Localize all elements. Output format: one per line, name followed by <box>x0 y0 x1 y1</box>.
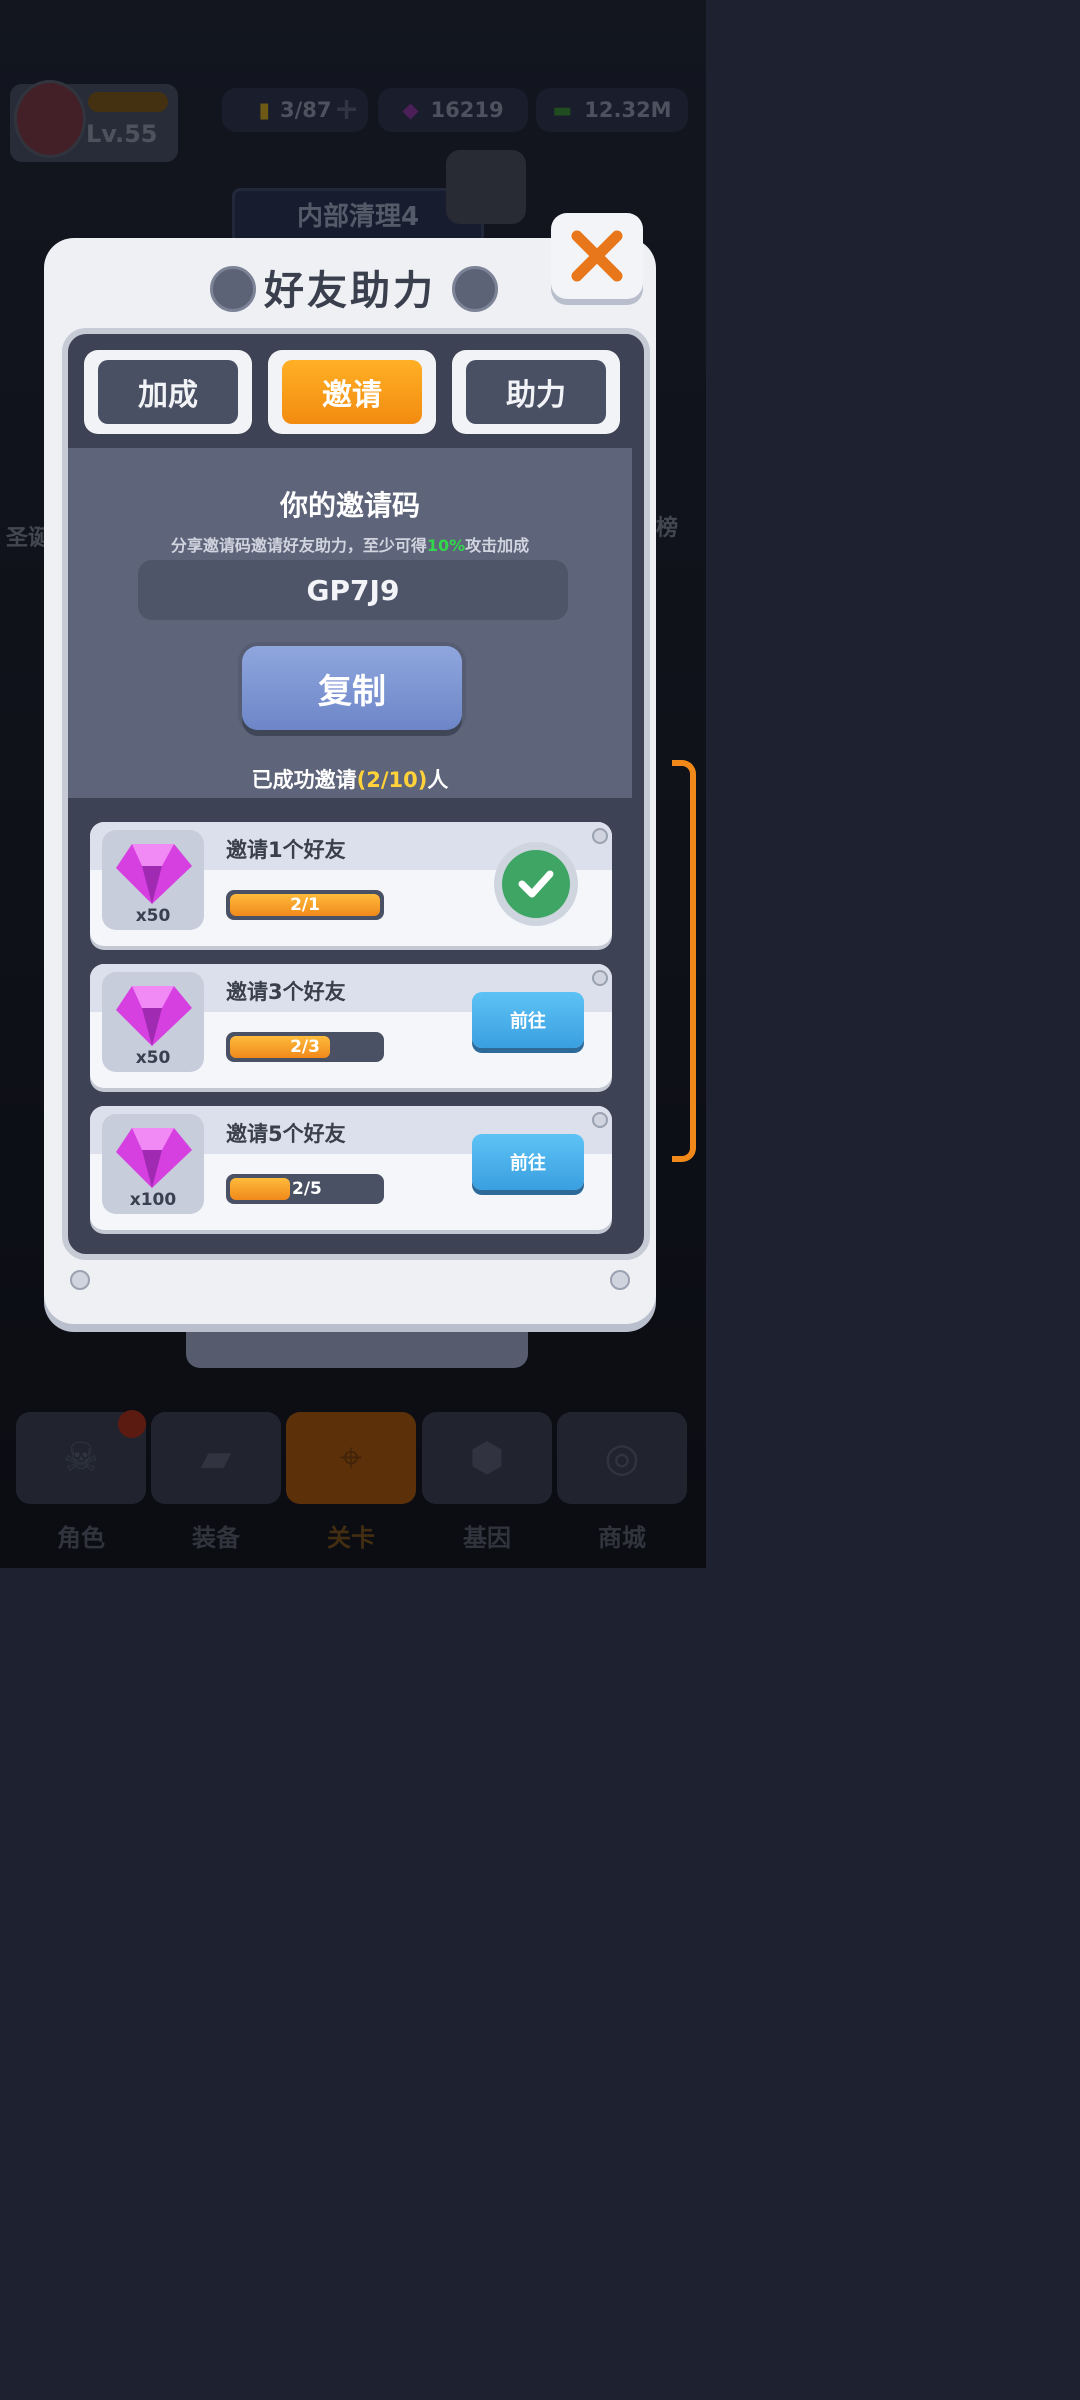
tab-bonus-label: 加成 <box>98 360 238 424</box>
invited-count: (2/10) <box>356 768 428 792</box>
completed-badge <box>494 842 578 926</box>
dialog-screw-right <box>610 1270 630 1290</box>
card-screw <box>592 970 608 986</box>
go-button[interactable]: 前往 <box>472 1134 584 1190</box>
invite-code-description: 分享邀请码邀请好友助力，至少可得10%攻击加成 <box>68 532 632 556</box>
invite-code-box[interactable]: GP7J9 <box>138 560 568 620</box>
dialog-bottom-plate <box>186 1318 528 1368</box>
tab-invite-label: 邀请 <box>282 360 422 424</box>
invited-count-text: 已成功邀请(2/10)人 <box>68 764 632 794</box>
invited-suffix: 人 <box>427 768 449 792</box>
reward-card: x50 邀请1个好友 2/1 <box>90 822 612 946</box>
reward-card: x50 邀请3个好友 2/3 前往 <box>90 964 612 1088</box>
reward-card: x100 邀请5个好友 2/5 前往 <box>90 1106 612 1230</box>
gem-icon <box>116 844 192 904</box>
dialog-screw-left <box>70 1270 90 1290</box>
reward-progress-bar: 2/5 <box>226 1174 384 1204</box>
invited-prefix: 已成功邀请 <box>251 768 357 792</box>
reward-qty: x50 <box>135 1048 171 1068</box>
reward-qty: x50 <box>135 906 171 926</box>
card-screw <box>592 1112 608 1128</box>
reward-title: 邀请5个好友 <box>226 1122 346 1146</box>
reward-progress-bar: 2/1 <box>226 890 384 920</box>
desc-prefix: 分享邀请码邀请好友助力，至少可得 <box>170 536 427 555</box>
gem-icon <box>116 986 192 1046</box>
close-icon <box>571 230 623 282</box>
gem-icon <box>116 1128 192 1188</box>
progress-text: 2/5 <box>292 1179 322 1199</box>
reward-qty: x100 <box>129 1190 177 1210</box>
progress-text: 2/1 <box>290 895 320 915</box>
reward-title: 邀请3个好友 <box>226 980 346 1004</box>
tab-bonus[interactable]: 加成 <box>84 350 252 434</box>
tab-assist[interactable]: 助力 <box>452 350 620 434</box>
copy-button[interactable]: 复制 <box>242 646 462 730</box>
invite-code-heading: 你的邀请码 <box>279 489 420 522</box>
progress-text: 2/3 <box>290 1037 320 1057</box>
reward-title: 邀请1个好友 <box>226 838 346 862</box>
dialog-handle <box>672 760 696 1162</box>
reward-progress-bar: 2/3 <box>226 1032 384 1062</box>
checkmark-icon <box>518 870 554 898</box>
close-button[interactable] <box>551 213 643 299</box>
bonus-percent: 10% <box>426 536 466 555</box>
tab-assist-label: 助力 <box>466 360 606 424</box>
card-screw <box>592 828 608 844</box>
go-button[interactable]: 前往 <box>472 992 584 1048</box>
tab-invite[interactable]: 邀请 <box>268 350 436 434</box>
desc-suffix: 攻击加成 <box>465 536 530 555</box>
